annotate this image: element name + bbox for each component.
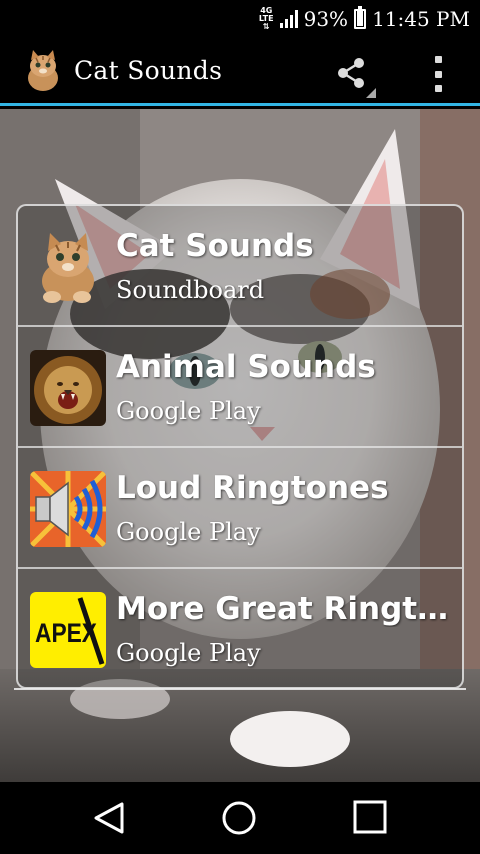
action-bar: Cat Sounds (0, 38, 480, 106)
lion-icon (30, 350, 106, 426)
list-item-animal-sounds[interactable]: Animal Sounds Google Play (18, 327, 462, 448)
list-item-title: Cat Sounds (116, 228, 314, 264)
list-item-loud-ringtones[interactable]: Loud Ringtones Google Play (18, 448, 462, 569)
list-item-title: More Great Rington... (116, 591, 456, 627)
battery-icon (354, 6, 367, 29)
list-item-subtitle: Soundboard (116, 276, 265, 304)
cat-app-icon[interactable] (20, 48, 66, 94)
speaker-icon (30, 471, 106, 547)
list-item-title: Animal Sounds (116, 349, 376, 385)
list-item-subtitle: Google Play (116, 639, 261, 667)
back-icon[interactable] (90, 800, 130, 836)
clock: 11:45 PM (372, 7, 470, 31)
list-item-more-ringtones[interactable]: APEX More Great Rington... Google Play (18, 569, 462, 687)
list-divider (14, 688, 466, 690)
list-item-cat-sounds[interactable]: Cat Sounds Soundboard (18, 206, 462, 327)
kitten-icon (42, 233, 94, 303)
status-bar: 4G LTE ⇅ 93% 11:45 PM (0, 0, 480, 38)
overflow-menu-icon[interactable] (424, 56, 452, 92)
list-item-subtitle: Google Play (116, 397, 261, 425)
navigation-bar (0, 782, 480, 854)
list-item-title: Loud Ringtones (116, 470, 389, 506)
home-icon[interactable] (219, 800, 259, 836)
main-content: Cat Sounds Soundboard Animal Sounds Goog… (0, 109, 480, 782)
share-icon[interactable] (330, 52, 376, 98)
battery-percent: 93% (303, 7, 349, 31)
signal-strength-icon (279, 10, 298, 28)
app-title: Cat Sounds (74, 56, 223, 85)
network-type-icon: 4G LTE ⇅ (258, 6, 274, 31)
list-item-subtitle: Google Play (116, 518, 261, 546)
app-list: Cat Sounds Soundboard Animal Sounds Goog… (16, 204, 464, 689)
apex-icon: APEX (30, 592, 106, 668)
recents-icon[interactable] (350, 800, 390, 836)
